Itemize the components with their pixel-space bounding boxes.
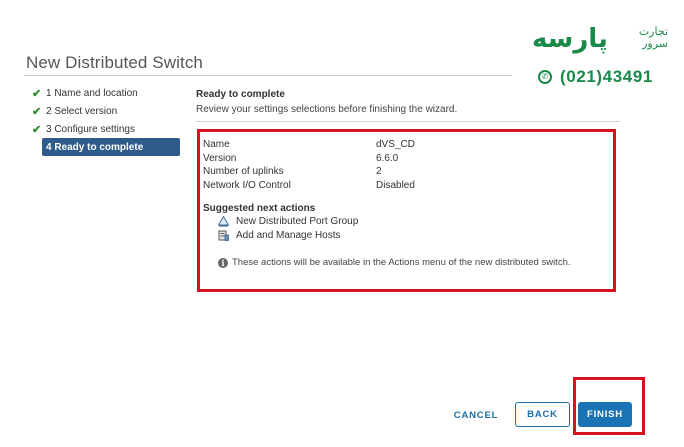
logo: پارسه تجارت سرور ✆ (021)43491 [530, 20, 680, 90]
actions-note: i These actions will be available in the… [218, 257, 571, 268]
summary-value: dVS_CD [376, 139, 415, 150]
hosts-icon [218, 230, 229, 241]
note-text: These actions will be available in the A… [232, 257, 571, 268]
summary-row: Network I/O Control Disabled [203, 180, 415, 194]
port-group-icon [217, 215, 230, 227]
step-configure-settings[interactable]: ✔ 3 Configure settings [28, 120, 184, 138]
summary-value: 6.6.0 [376, 152, 399, 164]
summary-row: Number of uplinks 2 [203, 166, 415, 180]
summary-key: Number of uplinks [203, 166, 284, 177]
action-label: New Distributed Port Group [236, 216, 359, 227]
content-heading: Ready to complete [196, 89, 285, 100]
check-icon: ✔ [32, 87, 42, 100]
summary-value: Disabled [376, 179, 415, 191]
summary-key: Version [203, 152, 237, 164]
action-new-port-group[interactable]: New Distributed Port Group [217, 215, 359, 227]
summary-table: Name dVS_CD Version 6.6.0 Number of upli… [203, 139, 415, 193]
check-icon: ✔ [32, 123, 42, 136]
action-add-manage-hosts[interactable]: Add and Manage Hosts [218, 230, 341, 241]
next-actions-title: Suggested next actions [203, 203, 316, 214]
logo-brand-sub-2: سرور [642, 37, 668, 50]
title-divider [24, 75, 512, 76]
action-label: Add and Manage Hosts [236, 230, 341, 241]
step-name-location[interactable]: ✔ 1 Name and location [28, 84, 184, 102]
content-subheading: Review your settings selections before f… [196, 104, 458, 115]
logo-brand: پارسه [532, 24, 609, 54]
cancel-button[interactable]: CANCEL [447, 403, 505, 427]
phone-icon: ✆ [538, 70, 552, 84]
logo-brand-sub: تجارت سرور [628, 26, 668, 50]
wizard-title: New Distributed Switch [26, 53, 203, 72]
step-ready-to-complete[interactable]: 4 Ready to complete [42, 138, 180, 156]
logo-phone: (021)43491 [560, 67, 653, 86]
summary-key: Name [203, 139, 230, 150]
summary-value: 2 [376, 166, 382, 177]
summary-key: Network I/O Control [203, 179, 291, 191]
check-icon: ✔ [32, 105, 42, 118]
content-divider [196, 121, 620, 122]
step-label: 1 Name and location [46, 87, 138, 99]
back-button[interactable]: BACK [515, 402, 570, 427]
summary-row: Version 6.6.0 [203, 153, 415, 167]
finish-highlight-frame [573, 377, 645, 435]
summary-row: Name dVS_CD [203, 139, 415, 153]
step-select-version[interactable]: ✔ 2 Select version [28, 102, 184, 120]
step-label: 2 Select version [46, 105, 118, 117]
step-label: 4 Ready to complete [46, 141, 144, 153]
step-label: 3 Configure settings [46, 123, 135, 135]
info-icon: i [218, 257, 228, 268]
wizard-steps: ✔ 1 Name and location ✔ 2 Select version… [28, 84, 184, 156]
